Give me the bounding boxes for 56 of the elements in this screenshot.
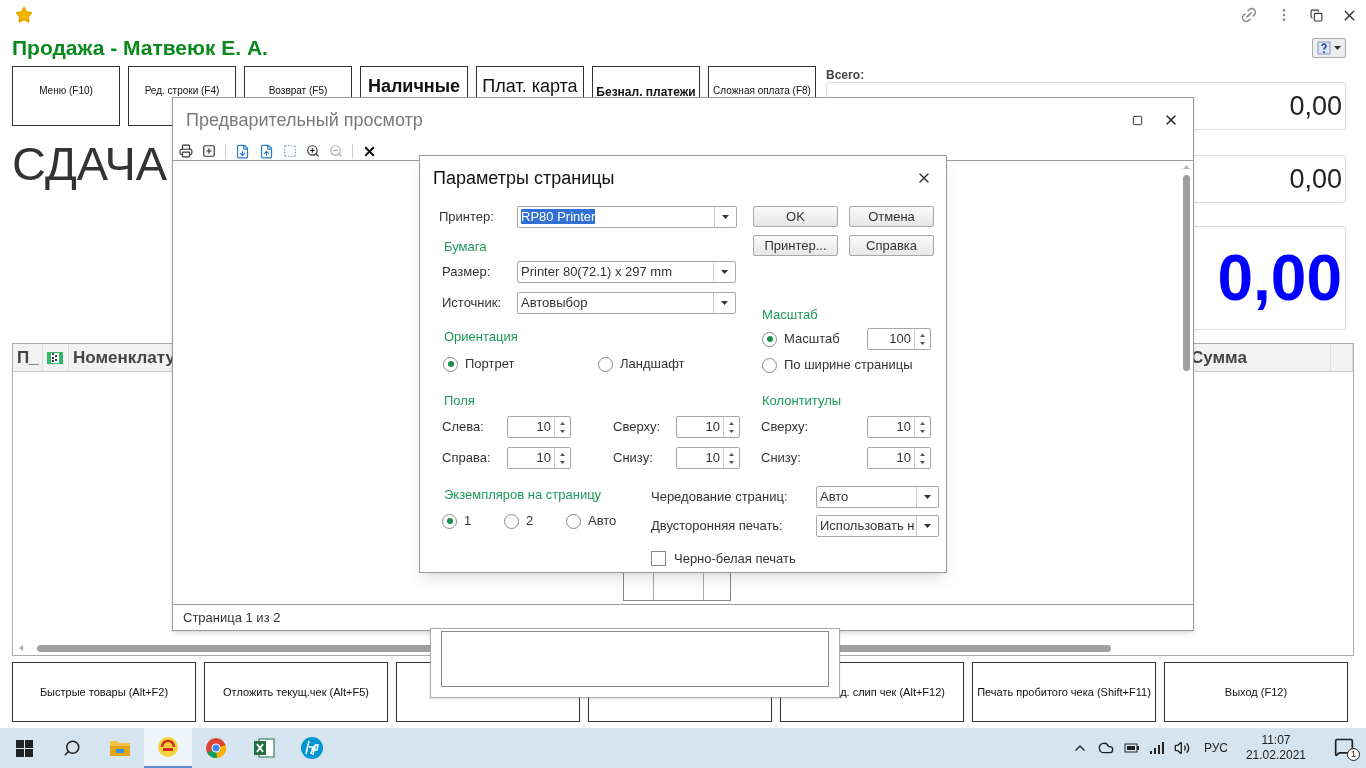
field-label: Снизу: bbox=[613, 449, 654, 468]
dialog-button[interactable]: Принтер... bbox=[753, 235, 838, 256]
field-label: Источник: bbox=[442, 294, 503, 313]
paper-source-dropdown[interactable]: Автовыбор bbox=[517, 292, 736, 314]
duplex-dropdown[interactable]: Использовать н bbox=[816, 515, 939, 537]
function-button[interactable]: Быстрые товары (Alt+F2) bbox=[12, 662, 196, 722]
page-status: Страница 1 из 2 bbox=[183, 608, 281, 627]
group-title: Экземпляров на страницу bbox=[444, 488, 602, 502]
function-button[interactable]: Печать пробитого чека (Shift+F11) bbox=[972, 662, 1156, 722]
collate-dropdown[interactable]: Авто bbox=[816, 486, 939, 508]
function-button[interactable]: Меню (F10) bbox=[12, 66, 120, 126]
clock-date[interactable]: 21.02.2021 bbox=[1245, 748, 1306, 763]
field-label: Чередование страниц: bbox=[651, 488, 789, 507]
dialog-button[interactable]: Отмена bbox=[849, 206, 934, 227]
field-label: Справа: bbox=[442, 449, 492, 468]
number-field[interactable]: 10 bbox=[867, 416, 931, 438]
column-header[interactable]: П_ bbox=[13, 344, 43, 371]
field-label: Слева: bbox=[442, 418, 485, 437]
radio-option[interactable]: Ландшафт bbox=[598, 356, 753, 372]
function-button[interactable]: Отложить текущ.чек (Alt+F5) bbox=[204, 662, 388, 722]
printer-dropdown[interactable]: RP80 Printer bbox=[517, 206, 737, 228]
number-field[interactable]: 10 bbox=[507, 447, 571, 469]
dialog-title: Параметры страницы bbox=[433, 166, 615, 190]
field-label: Размер: bbox=[442, 263, 492, 282]
total-label: Всего: bbox=[826, 67, 866, 82]
number-field[interactable]: 10 bbox=[676, 447, 740, 469]
radio-option[interactable]: Портрет bbox=[443, 356, 598, 372]
group-title: Ориентация bbox=[444, 330, 518, 344]
group-title: Поля bbox=[444, 394, 475, 408]
field-label: Сверху: bbox=[761, 418, 810, 437]
radio-option[interactable]: По ширине страницы bbox=[762, 357, 913, 373]
number-field[interactable]: 10 bbox=[676, 416, 740, 438]
language-indicator[interactable]: РУС bbox=[1203, 739, 1228, 757]
radio-option[interactable]: Авто bbox=[566, 513, 628, 529]
dialog-button[interactable]: OK bbox=[753, 206, 838, 227]
function-button[interactable]: Выход (F12) bbox=[1164, 662, 1348, 722]
dialog-button[interactable]: Справка bbox=[849, 235, 934, 256]
field-label: Сверху: bbox=[613, 418, 662, 437]
field-label: Принтер: bbox=[439, 208, 495, 227]
radio-option[interactable]: 1 bbox=[442, 513, 504, 529]
group-title: Колонтитулы bbox=[762, 394, 842, 408]
window-title: Продажа - Матвеюк Е. А. bbox=[12, 35, 268, 62]
number-field[interactable]: 100 bbox=[867, 328, 931, 350]
group-title: Масштаб bbox=[762, 308, 818, 322]
notification-count: 1 bbox=[1347, 748, 1360, 761]
checkbox-option[interactable]: Черно-белая печать bbox=[651, 549, 939, 569]
group-title: Бумага bbox=[444, 240, 487, 254]
number-field[interactable]: 10 bbox=[507, 416, 571, 438]
field-label: Двусторонняя печать: bbox=[651, 517, 784, 536]
radio-option[interactable]: Масштаб bbox=[762, 331, 867, 347]
paper-size-dropdown[interactable]: Printer 80(72.1) x 297 mm bbox=[517, 261, 736, 283]
field-label: Снизу: bbox=[761, 449, 802, 468]
number-field[interactable]: 10 bbox=[867, 447, 931, 469]
clock-time[interactable]: 11:07 bbox=[1261, 733, 1291, 748]
radio-option[interactable]: 2 bbox=[504, 513, 566, 529]
selected-text: RP80 Printer bbox=[521, 209, 596, 225]
